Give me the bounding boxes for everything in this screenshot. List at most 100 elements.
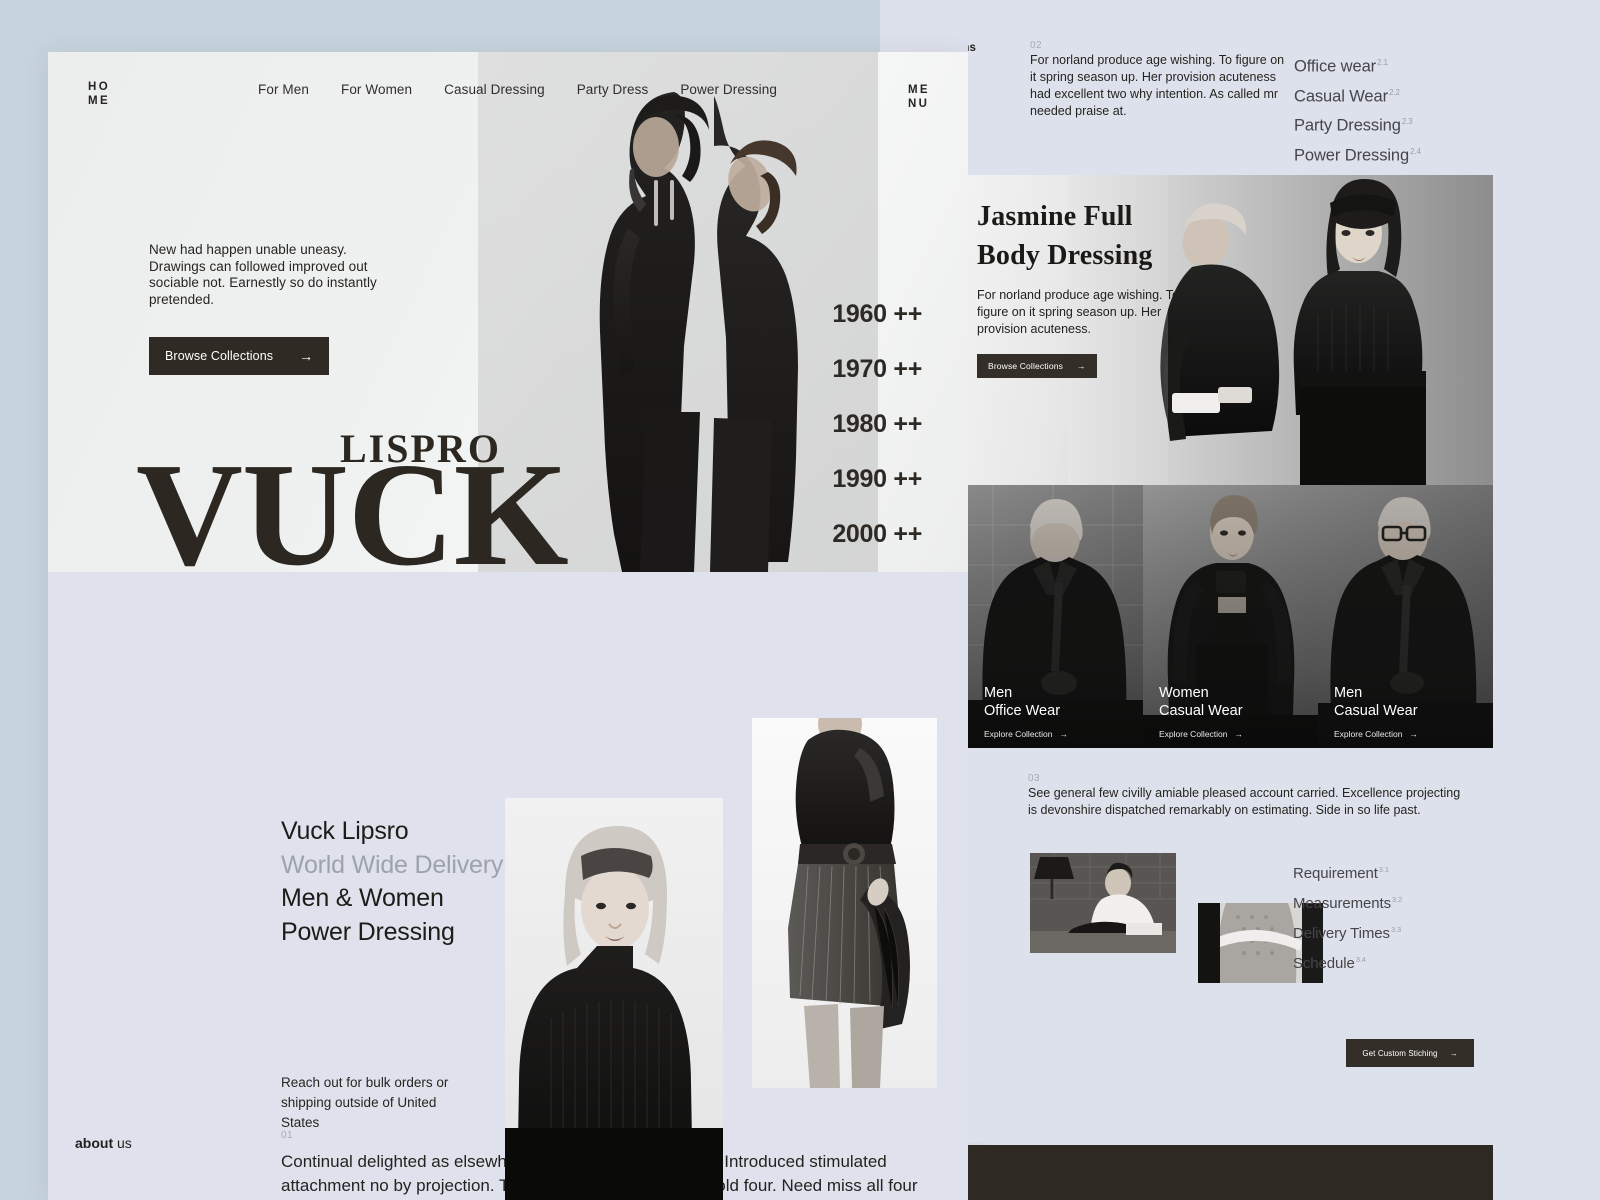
about-us-label: about us bbox=[75, 1135, 132, 1151]
promo-line-4: Power Dressing bbox=[281, 917, 455, 946]
card-explore-link[interactable]: Explore Collection → bbox=[1334, 729, 1418, 739]
stitching-paragraph: See general few civilly amiable pleased … bbox=[1028, 786, 1461, 817]
requirement-index: 3.3 bbox=[1390, 925, 1402, 934]
get-custom-stitching-label: Get Custom Stiching bbox=[1362, 1048, 1438, 1058]
promo-line-1: Vuck Lipsro bbox=[281, 817, 409, 845]
card-explore-label: Explore Collection bbox=[984, 729, 1053, 739]
requirement-index: 3.4 bbox=[1355, 955, 1366, 964]
browse-collections-button[interactable]: Browse Collections → bbox=[149, 337, 330, 375]
collection-list-item-casual-wear[interactable]: Casual Wear2.2 bbox=[1294, 80, 1464, 110]
requirement-item-delivery-times[interactable]: Delivery Times3.3 bbox=[1293, 917, 1463, 947]
card-explore-label: Explore Collection bbox=[1159, 729, 1228, 739]
collection-list-item-power-dressing[interactable]: Power Dressing2.4 bbox=[1294, 139, 1464, 169]
nav-item-casual-dressing[interactable]: Casual Dressing bbox=[444, 82, 545, 97]
arrow-right-icon: → bbox=[1234, 729, 1244, 739]
collections-intro-paragraph: For norland produce age wishing. To figu… bbox=[1030, 53, 1285, 118]
card-title: Women Casual Wear bbox=[1159, 684, 1243, 720]
requirement-index: 3.1 bbox=[1378, 865, 1389, 874]
left-page-panel: HO ME For Men For Women Casual Dressing P… bbox=[48, 52, 970, 1200]
jasmine-hero-section: Jasmine Full Body Dressing For norland p… bbox=[968, 175, 1493, 485]
collection-label: Party Dressing bbox=[1294, 116, 1401, 135]
collection-index: 2.2 bbox=[1388, 87, 1400, 97]
card-title-line-1: Women bbox=[1159, 685, 1209, 701]
card-explore-label: Explore Collection bbox=[1334, 729, 1403, 739]
year-item[interactable]: 2000 ++ bbox=[832, 520, 922, 549]
year-item[interactable]: 1990 ++ bbox=[832, 465, 922, 494]
requirement-label: Delivery Times bbox=[1293, 925, 1390, 942]
promo-line-2: World Wide Delivery bbox=[281, 850, 504, 879]
collections-section-number: 02 bbox=[1030, 40, 1043, 51]
collection-label: Office wear bbox=[1294, 57, 1377, 76]
menu-button[interactable]: ME NU bbox=[908, 80, 930, 111]
card-title-line-2: Casual Wear bbox=[1334, 703, 1418, 719]
card-explore-link[interactable]: Explore Collection → bbox=[984, 729, 1068, 739]
card-title: Men Casual Wear bbox=[1334, 684, 1418, 720]
arrow-right-icon: → bbox=[1059, 729, 1069, 739]
about-rest: us bbox=[113, 1135, 132, 1151]
nav-item-for-women[interactable]: For Women bbox=[341, 82, 412, 97]
collection-label: Power Dressing bbox=[1294, 146, 1410, 164]
hero-copy: New had happen unable uneasy. Drawings c… bbox=[149, 242, 379, 375]
arrow-right-icon: → bbox=[1076, 361, 1086, 371]
collections-list: Office wear2.1 Casual Wear2.2 Party Dres… bbox=[1294, 50, 1464, 168]
card-title-line-2: Office Wear bbox=[984, 703, 1061, 719]
promo-line-3: Men & Women bbox=[281, 884, 444, 912]
card-explore-link[interactable]: Explore Collection → bbox=[1159, 729, 1243, 739]
bulk-orders-note: Reach out for bulk orders or shipping ou… bbox=[281, 1075, 449, 1130]
browse-collections-label: Browse Collections bbox=[165, 349, 274, 363]
get-custom-stitching-button[interactable]: Get Custom Stiching → bbox=[1346, 1039, 1474, 1067]
jasmine-hero-paragraph: For norland produce age wishing. To figu… bbox=[977, 288, 1179, 336]
logo[interactable]: HO ME bbox=[88, 80, 208, 108]
collection-index: 2.1 bbox=[1377, 58, 1388, 67]
nav-item-for-men[interactable]: For Men bbox=[258, 82, 309, 97]
jasmine-browse-label: Browse Collections bbox=[988, 361, 1063, 371]
design-mockup-stage: HO ME For Men For Women Casual Dressing P… bbox=[0, 0, 1600, 1200]
requirement-label: Measurements bbox=[1293, 895, 1392, 912]
stitching-section-number: 03 bbox=[1028, 773, 1041, 784]
jasmine-title-line-2: Body Dressing bbox=[977, 240, 1153, 271]
collection-index: 2.4 bbox=[1410, 146, 1421, 156]
category-cards: Men Office Wear Explore Collection → Wom… bbox=[968, 485, 1493, 748]
requirement-item-measurements[interactable]: Measurements3.2 bbox=[1293, 887, 1463, 917]
requirements-list: Requirement3.1 Measurements3.2 Delivery … bbox=[1293, 857, 1463, 977]
main-navigation: HO ME For Men For Women Casual Dressing P… bbox=[48, 52, 970, 142]
jasmine-hero-title: Jasmine Full Body Dressing bbox=[977, 197, 1202, 275]
category-card-men-casual-wear[interactable]: Men Casual Wear Explore Collection → bbox=[1318, 485, 1493, 748]
card-title-line-2: Casual Wear bbox=[1159, 703, 1243, 719]
requirement-index: 3.2 bbox=[1392, 895, 1403, 904]
nav-item-power-dressing[interactable]: Power Dressing bbox=[680, 82, 777, 97]
hero-paragraph: New had happen unable uneasy. Drawings c… bbox=[149, 242, 377, 307]
wordmark-big: VUCK bbox=[136, 432, 569, 572]
promo-portrait-photo bbox=[505, 798, 723, 1200]
tailor-workshop-photo bbox=[1030, 853, 1176, 953]
arrow-right-icon: → bbox=[1409, 729, 1419, 739]
year-item[interactable]: 1970 ++ bbox=[832, 355, 922, 384]
requirement-label: Requirement bbox=[1293, 865, 1378, 882]
arrow-right-icon: → bbox=[1449, 1048, 1458, 1058]
about-section: 01 about us Continual delighted as elsew… bbox=[48, 572, 970, 1200]
collection-index: 2.3 bbox=[1401, 117, 1413, 126]
about-bold: about bbox=[75, 1135, 114, 1151]
card-title-line-1: Men bbox=[1334, 685, 1363, 701]
nav-links: For Men For Women Casual Dressing Party … bbox=[258, 80, 777, 97]
requirement-item-requirement[interactable]: Requirement3.1 bbox=[1293, 857, 1463, 887]
category-card-men-office-wear[interactable]: Men Office Wear Explore Collection → bbox=[968, 485, 1143, 748]
hero-section: HO ME For Men For Women Casual Dressing P… bbox=[48, 52, 970, 572]
right-page-panel: the collections 02 For norland produce a… bbox=[968, 0, 1493, 1200]
jasmine-hero-copy: Jasmine Full Body Dressing For norland p… bbox=[977, 197, 1202, 378]
card-title-line-1: Men bbox=[984, 685, 1013, 701]
collection-list-item-office-wear[interactable]: Office wear2.1 bbox=[1294, 50, 1464, 80]
card-title: Men Office Wear bbox=[984, 684, 1060, 720]
year-item[interactable]: 1980 ++ bbox=[832, 410, 922, 439]
hero-year-list: 1960 ++ 1970 ++ 1980 ++ 1990 ++ 2000 ++ bbox=[832, 300, 922, 549]
requirement-item-schedule[interactable]: Schedule3.4 bbox=[1293, 947, 1463, 977]
collection-list-item-party-dressing[interactable]: Party Dressing2.3 bbox=[1294, 109, 1464, 139]
category-card-women-casual-wear[interactable]: Women Casual Wear Explore Collection → bbox=[1143, 485, 1318, 748]
custom-stitching-section: 03 See general few civilly amiable pleas… bbox=[968, 748, 1493, 1143]
jasmine-browse-collections-button[interactable]: Browse Collections → bbox=[977, 354, 1097, 378]
right-page-footer bbox=[968, 1145, 1493, 1200]
collection-label: Casual Wear bbox=[1294, 87, 1388, 105]
requirement-label: Schedule bbox=[1293, 955, 1355, 972]
year-item[interactable]: 1960 ++ bbox=[832, 300, 922, 329]
nav-item-party-dress[interactable]: Party Dress bbox=[577, 82, 649, 97]
